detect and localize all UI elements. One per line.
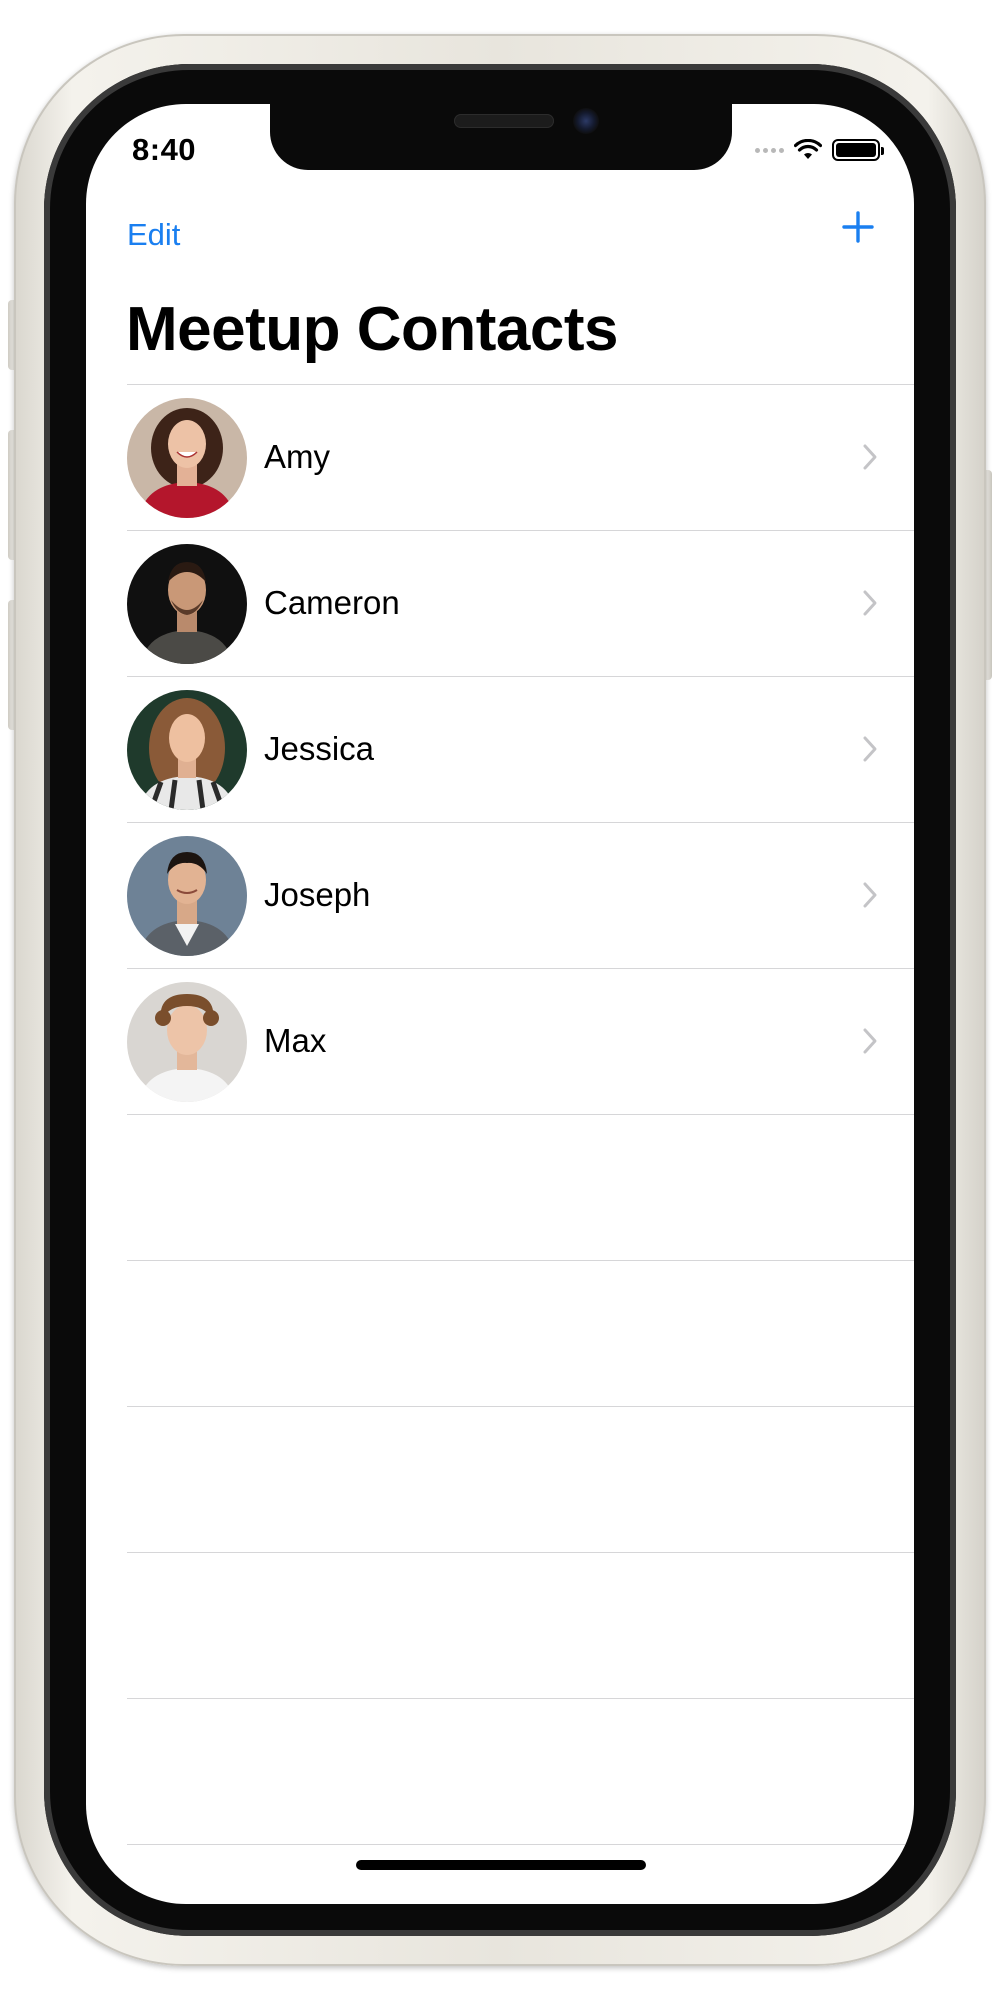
status-time: 8:40 [132, 132, 197, 167]
front-camera [573, 108, 599, 134]
contact-row-amy[interactable]: Amy [127, 384, 914, 530]
edit-button[interactable]: Edit [127, 217, 180, 253]
plus-icon[interactable] [838, 207, 878, 247]
contact-name: Amy [264, 438, 330, 475]
contact-row-max[interactable]: Max [127, 968, 914, 1114]
chevron-right-icon [863, 590, 877, 616]
chevron-right-icon [863, 736, 877, 762]
avatar [127, 982, 247, 1102]
cellular-signal-icon [755, 147, 784, 153]
speaker-grille [454, 114, 554, 128]
contacts-table: Amy Cameron Jessica Joseph Max [127, 384, 914, 1904]
screen: 8:40 Edit Meetup Contacts Amy Cameron Je… [86, 104, 914, 1904]
contact-name: Cameron [264, 584, 400, 621]
battery-icon [832, 139, 884, 161]
home-indicator[interactable] [356, 1860, 646, 1870]
empty-row [127, 1552, 914, 1698]
contact-row-joseph[interactable]: Joseph [127, 822, 914, 968]
empty-row [127, 1114, 914, 1260]
empty-row [127, 1698, 914, 1844]
avatar [127, 398, 247, 518]
empty-row [127, 1260, 914, 1406]
empty-row [127, 1844, 914, 1904]
contact-row-cameron[interactable]: Cameron [127, 530, 914, 676]
chevron-right-icon [863, 444, 877, 470]
contact-row-jessica[interactable]: Jessica [127, 676, 914, 822]
contact-name: Joseph [264, 876, 371, 913]
page-title: Meetup Contacts [126, 295, 618, 364]
chevron-right-icon [863, 882, 877, 908]
contact-name: Jessica [264, 730, 375, 767]
avatar [127, 544, 247, 664]
empty-row [127, 1406, 914, 1552]
notch [270, 104, 732, 170]
status-icons [755, 138, 884, 162]
chevron-right-icon [863, 1028, 877, 1054]
avatar [127, 690, 247, 810]
avatar [127, 836, 247, 956]
contact-name: Max [264, 1022, 327, 1059]
wifi-icon [794, 139, 822, 159]
